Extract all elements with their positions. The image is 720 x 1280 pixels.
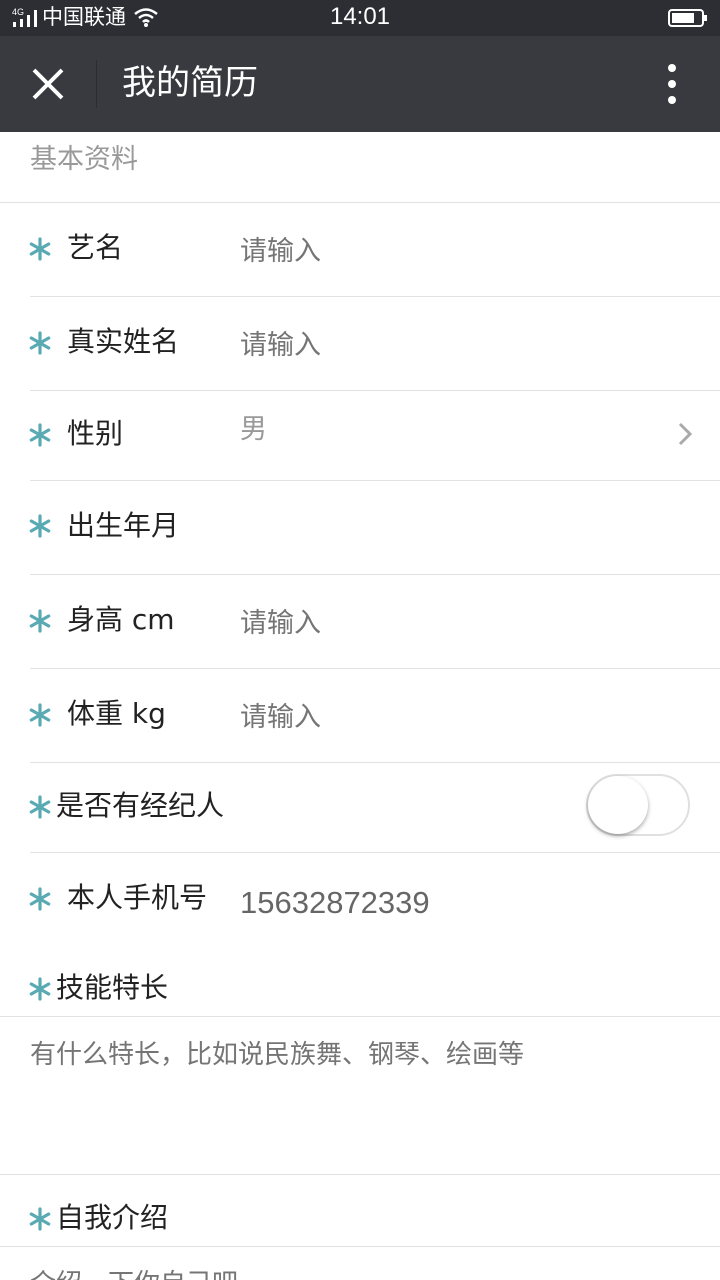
nav-bar: 我的简历 xyxy=(0,36,720,132)
field-label: 是否有经纪人 xyxy=(56,789,225,822)
battery-icon xyxy=(668,9,707,27)
required-asterisk-icon xyxy=(29,331,51,355)
field-label: 艺名 xyxy=(67,231,124,264)
divider xyxy=(0,1246,720,1247)
required-asterisk-icon xyxy=(29,703,51,727)
divider xyxy=(0,1016,720,1017)
field-label: 技能特长 xyxy=(56,971,169,1004)
required-asterisk-icon xyxy=(29,1207,51,1231)
chevron-right-icon xyxy=(678,422,693,446)
status-bar: 4G 中国联通 14:01 xyxy=(0,0,720,36)
intro-textarea[interactable] xyxy=(30,1264,690,1280)
form-row-phone: 本人手机号 15632872339 xyxy=(0,853,720,943)
skills-textarea[interactable] xyxy=(30,1035,690,1165)
field-label: 身高 cm xyxy=(67,603,175,636)
close-icon[interactable] xyxy=(24,60,72,108)
required-asterisk-icon xyxy=(29,795,51,819)
required-asterisk-icon xyxy=(29,609,51,633)
status-time: 14:01 xyxy=(329,3,391,30)
form-row-gender[interactable]: 性别 男 xyxy=(0,391,720,480)
form-row-birth[interactable]: 出生年月 xyxy=(0,481,720,574)
required-asterisk-icon xyxy=(29,237,51,261)
nav-divider xyxy=(96,60,97,108)
field-label: 性别 xyxy=(67,417,124,450)
toggle-knob xyxy=(588,776,648,834)
field-label: 真实姓名 xyxy=(67,325,180,358)
required-asterisk-icon xyxy=(29,887,51,911)
form-row-stage-name: 艺名 xyxy=(0,203,720,296)
page-title: 我的简历 xyxy=(122,63,258,103)
field-label: 自我介绍 xyxy=(56,1201,169,1234)
height-input[interactable] xyxy=(240,604,660,644)
real-name-input[interactable] xyxy=(240,326,660,366)
form-row-intro: 自我介绍 xyxy=(0,1190,720,1246)
required-asterisk-icon xyxy=(29,977,51,1001)
required-asterisk-icon xyxy=(29,514,51,538)
section-title: 基本资料 xyxy=(30,144,138,175)
form-row-agent: 是否有经纪人 xyxy=(0,763,720,852)
agent-toggle[interactable] xyxy=(586,774,690,836)
gender-value[interactable]: 男 xyxy=(240,410,267,450)
form-row-height: 身高 cm xyxy=(0,575,720,668)
more-vertical-icon[interactable] xyxy=(652,60,692,108)
field-label: 出生年月 xyxy=(67,509,180,542)
weight-input[interactable] xyxy=(240,698,660,738)
required-asterisk-icon xyxy=(29,423,51,447)
divider xyxy=(0,1174,720,1175)
form-row-skills: 技能特长 xyxy=(0,960,720,1016)
field-label: 体重 kg xyxy=(67,697,166,730)
form-row-real-name: 真实姓名 xyxy=(0,297,720,390)
form-row-weight: 体重 kg xyxy=(0,669,720,762)
field-label: 本人手机号 xyxy=(67,881,208,914)
stage-name-input[interactable] xyxy=(240,232,660,272)
phone-value[interactable]: 15632872339 xyxy=(240,883,430,923)
